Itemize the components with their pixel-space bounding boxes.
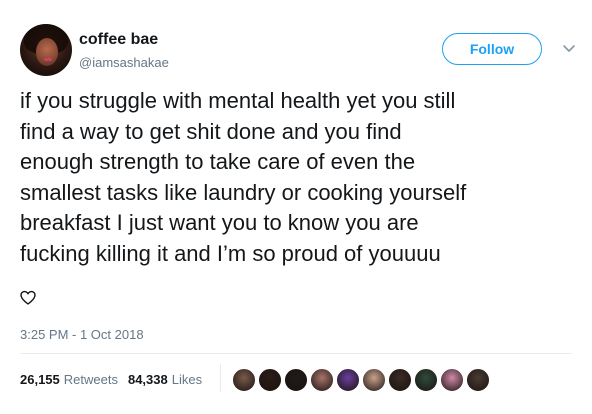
liker-avatar-2[interactable] <box>258 368 282 392</box>
liker-avatars <box>232 368 492 392</box>
divider <box>20 353 572 354</box>
liker-avatar-6[interactable] <box>362 368 386 392</box>
avatar-lips <box>44 58 52 61</box>
follow-button[interactable]: Follow <box>442 33 542 65</box>
tweet-timestamp[interactable]: 3:25 PM - 1 Oct 2018 <box>20 327 144 342</box>
retweets-stat[interactable]: 26,155 Retweets <box>20 372 118 387</box>
liker-avatar-1[interactable] <box>232 368 256 392</box>
liker-avatar-8[interactable] <box>414 368 438 392</box>
likes-stat[interactable]: 84,338 Likes <box>128 372 202 387</box>
liker-avatar-7[interactable] <box>388 368 412 392</box>
likes-count: 84,338 <box>127 372 168 387</box>
retweets-count: 26,155 <box>20 372 60 387</box>
heart-outline-icon <box>20 290 36 305</box>
liker-avatar-3[interactable] <box>284 368 308 392</box>
likes-label: Likes <box>171 372 203 387</box>
display-name[interactable]: coffee bae <box>79 31 158 49</box>
liker-avatar-5[interactable] <box>336 368 360 392</box>
tweet-text: if you struggle with mental health yet y… <box>20 88 467 266</box>
liker-avatar-10[interactable] <box>466 368 490 392</box>
avatar-face <box>36 38 58 66</box>
tweet-stats: 26,155 Retweets 84,338 Likes <box>20 372 212 387</box>
stats-separator <box>220 364 221 392</box>
avatar[interactable] <box>20 24 72 76</box>
liker-avatar-9[interactable] <box>440 368 464 392</box>
chevron-down-icon[interactable] <box>562 41 576 55</box>
user-handle[interactable]: @iamsashakae <box>79 55 169 70</box>
liker-avatar-4[interactable] <box>310 368 334 392</box>
retweets-label: Retweets <box>63 372 118 387</box>
